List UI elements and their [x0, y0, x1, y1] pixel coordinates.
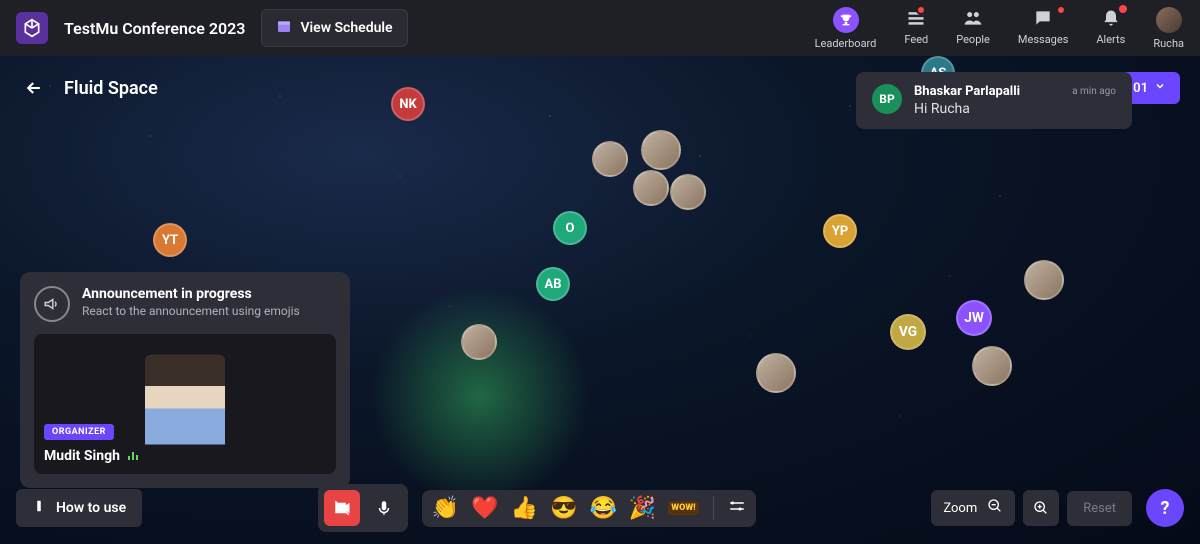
- toast-avatar: BP: [872, 84, 902, 114]
- announcement-panel: Announcement in progress React to the an…: [20, 272, 350, 488]
- participant-bubble[interactable]: [633, 170, 669, 206]
- user-glow: [370, 286, 590, 506]
- organizer-badge: ORGANIZER: [44, 424, 114, 440]
- emoji-laugh[interactable]: 😂: [589, 496, 616, 521]
- audio-indicator-icon: [128, 452, 138, 460]
- emoji-thumbsup[interactable]: 👍: [511, 496, 538, 521]
- help-button[interactable]: ?: [1146, 489, 1184, 527]
- calendar-icon: [276, 18, 292, 38]
- nav-leaderboard[interactable]: Leaderboard: [815, 7, 877, 50]
- room-number: 01: [1133, 81, 1148, 96]
- participant-bubble[interactable]: [756, 353, 796, 393]
- participant-bubble[interactable]: [641, 130, 681, 170]
- notification-badge: [1119, 5, 1127, 13]
- presenter-video[interactable]: ORGANIZER Mudit Singh: [34, 334, 336, 474]
- participant-bubble[interactable]: [670, 174, 706, 210]
- presenter-name: Mudit Singh: [44, 448, 138, 464]
- message-toast[interactable]: BP Bhaskar Parlapalli a min ago Hi Rucha: [856, 72, 1132, 129]
- participant-bubble[interactable]: [592, 141, 628, 177]
- participant-bubble[interactable]: O: [553, 211, 587, 245]
- zoom-controls: Zoom Reset: [931, 490, 1132, 526]
- reset-zoom-button[interactable]: Reset: [1067, 491, 1132, 526]
- media-controls: [318, 484, 408, 532]
- participant-bubble[interactable]: [972, 346, 1012, 386]
- announcement-subtitle: React to the announcement using emojis: [82, 304, 300, 318]
- toast-message: Hi Rucha: [914, 101, 1116, 117]
- conference-title: TestMu Conference 2023: [64, 19, 245, 38]
- back-button[interactable]: [20, 74, 48, 102]
- chevron-down-icon: [1154, 80, 1166, 96]
- user-avatar: [1156, 7, 1182, 33]
- mic-toggle-button[interactable]: [366, 490, 402, 526]
- emoji-confetti[interactable]: 🎉: [629, 496, 656, 521]
- announcement-title: Announcement in progress: [82, 286, 300, 302]
- trophy-icon: [835, 9, 857, 31]
- nav-alerts[interactable]: Alerts: [1096, 7, 1125, 46]
- schedule-label: View Schedule: [300, 20, 392, 36]
- app-logo: [16, 12, 48, 44]
- nav-profile[interactable]: Rucha: [1153, 7, 1184, 50]
- app-header: TestMu Conference 2023 View Schedule Lea…: [0, 0, 1200, 56]
- zoom-out-icon: [987, 498, 1003, 518]
- nav-people[interactable]: People: [956, 7, 990, 46]
- header-nav: Leaderboard Feed People Messages Alerts …: [815, 7, 1184, 50]
- zoom-out-button[interactable]: Zoom: [931, 490, 1015, 526]
- megaphone-icon: [34, 286, 70, 322]
- participant-bubble[interactable]: [461, 324, 497, 360]
- nav-messages[interactable]: Messages: [1018, 7, 1068, 46]
- emoji-settings-button[interactable]: [728, 497, 746, 519]
- zoom-in-button[interactable]: [1023, 490, 1059, 526]
- messages-icon: [1032, 7, 1054, 29]
- notification-badge: [1056, 5, 1066, 15]
- notification-badge: [916, 5, 926, 15]
- emoji-clap[interactable]: 👏: [432, 496, 459, 521]
- camera-toggle-button[interactable]: [324, 490, 360, 526]
- participant-bubble[interactable]: [1024, 260, 1064, 300]
- view-schedule-button[interactable]: View Schedule: [261, 9, 407, 47]
- emoji-heart[interactable]: ❤️: [471, 496, 498, 521]
- emoji-cool[interactable]: 😎: [550, 496, 577, 521]
- presenter-image: [145, 355, 225, 445]
- space-title: Fluid Space: [64, 78, 158, 99]
- people-icon: [962, 7, 984, 29]
- emoji-wow[interactable]: WOW!: [668, 501, 698, 515]
- info-icon: [32, 499, 46, 517]
- how-to-use-button[interactable]: How to use: [16, 489, 142, 527]
- emoji-reactions-bar: 👏 ❤️ 👍 😎 😂 🎉 WOW!: [422, 490, 756, 527]
- participant-bubble[interactable]: YT: [153, 223, 187, 257]
- participant-bubble[interactable]: VG: [890, 314, 926, 350]
- toast-sender-name: Bhaskar Parlapalli: [914, 84, 1020, 99]
- bottom-toolbar: How to use 👏 ❤️ 👍 😎 😂 🎉 WOW! Zoom Reset …: [0, 484, 1200, 532]
- nav-feed[interactable]: Feed: [904, 7, 928, 46]
- toast-time: a min ago: [1072, 86, 1116, 97]
- participant-bubble[interactable]: AB: [536, 267, 570, 301]
- participant-bubble[interactable]: JW: [956, 300, 992, 336]
- participant-bubble[interactable]: YP: [823, 214, 857, 248]
